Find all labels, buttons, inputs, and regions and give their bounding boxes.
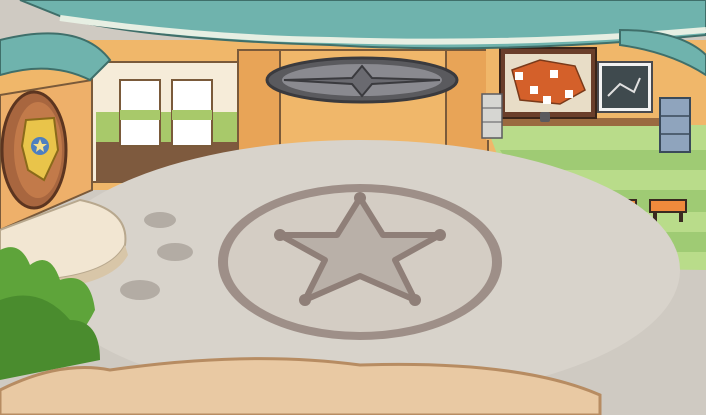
pinned-map-board[interactable] — [499, 47, 597, 122]
game-scene[interactable] — [0, 0, 706, 415]
police-badge-sign[interactable] — [0, 90, 68, 210]
filing-cabinet-left[interactable] — [481, 93, 503, 139]
ceiling-vent-hatch[interactable] — [265, 56, 459, 104]
sheriff-star-emblem[interactable] — [218, 184, 502, 340]
filing-cabinet-right[interactable] — [659, 97, 691, 153]
tactics-whiteboard[interactable] — [597, 61, 653, 113]
